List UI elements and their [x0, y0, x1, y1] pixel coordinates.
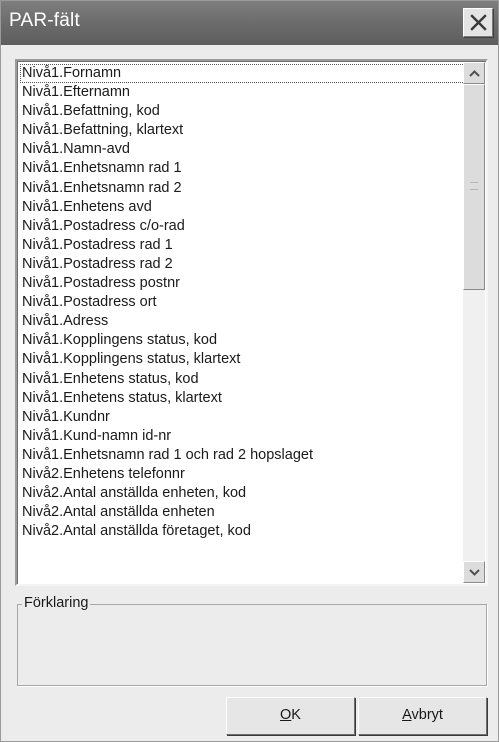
window-title: PAR-fält	[9, 10, 80, 31]
ok-accelerator: O	[280, 707, 292, 723]
title-bar[interactable]: PAR-fält	[1, 1, 498, 45]
scroll-down-button[interactable]	[463, 561, 485, 583]
list-item[interactable]: Nivå1.Fornamn	[20, 64, 465, 84]
scrollbar-thumb[interactable]	[463, 84, 485, 290]
cancel-button[interactable]: Avbryt	[358, 697, 487, 735]
chevron-up-icon	[469, 70, 480, 77]
field-listbox[interactable]: Nivå1.Fornamn Nivå1.Efternamn Nivå1.Befatt…	[15, 59, 488, 586]
chevron-down-icon	[469, 569, 480, 576]
list-item[interactable]: Nivå2.Antal anställda enheten	[20, 503, 465, 522]
list-item[interactable]: Nivå1.Adress	[20, 312, 465, 331]
list-item[interactable]: Nivå2.Enhetens telefonnr	[20, 465, 465, 484]
cancel-label-rest: vbryt	[411, 707, 443, 723]
list-item[interactable]: Nivå1.Postadress rad 2	[20, 255, 465, 274]
list-item[interactable]: Nivå1.Kundnr	[20, 408, 465, 427]
list-item[interactable]: Nivå1.Postadress ort	[20, 293, 465, 312]
list-item[interactable]: Nivå2.Antal anställda företaget, kod	[20, 522, 465, 541]
cancel-accelerator: A	[402, 707, 412, 723]
list-item[interactable]: Nivå1.Postadress postnr	[20, 274, 465, 293]
ok-button[interactable]: OK	[226, 697, 355, 735]
list-item[interactable]: Nivå1.Enhetsnamn rad 2	[20, 179, 465, 198]
par-falt-dialog: PAR-fält Nivå1.Fornamn Nivå1.Efternamn Niv…	[0, 0, 499, 742]
list-item[interactable]: Nivå1.Enhetens status, klartext	[20, 389, 465, 408]
list-item[interactable]: Nivå1.Efternamn	[20, 83, 465, 102]
list-item[interactable]: Nivå1.Befattning, kod	[20, 102, 465, 121]
field-list: Nivå1.Fornamn Nivå1.Efternamn Nivå1.Befatt…	[20, 64, 465, 541]
list-item[interactable]: Nivå1.Befattning, klartext	[20, 121, 465, 140]
list-item[interactable]: Nivå1.Postadress c/o-rad	[20, 217, 465, 236]
explanation-groupbox: Förklaring	[17, 595, 487, 686]
list-item[interactable]: Nivå1.Enhetsnamn rad 1 och rad 2 hopslag…	[20, 446, 465, 465]
close-button[interactable]	[463, 8, 493, 37]
list-item[interactable]: Nivå1.Kopplingens status, klartext	[20, 350, 465, 369]
ok-label-rest: K	[291, 707, 301, 723]
list-item[interactable]: Nivå1.Enhetsnamn rad 1	[20, 159, 465, 178]
close-icon	[470, 14, 487, 31]
list-item[interactable]: Nivå2.Antal anställda enheten, kod	[20, 484, 465, 503]
list-item[interactable]: Nivå1.Enhetens status, kod	[20, 370, 465, 389]
scrollbar-grip	[470, 182, 478, 190]
scroll-up-button[interactable]	[463, 62, 485, 84]
list-item[interactable]: Nivå1.Enhetens avd	[20, 198, 465, 217]
list-item[interactable]: Nivå1.Kopplingens status, kod	[20, 331, 465, 350]
list-item[interactable]: Nivå1.Kund-namn id-nr	[20, 427, 465, 446]
list-item[interactable]: Nivå1.Postadress rad 1	[20, 236, 465, 255]
list-item[interactable]: Nivå1.Namn-avd	[20, 140, 465, 159]
explanation-label: Förklaring	[22, 595, 91, 611]
vertical-scrollbar[interactable]	[463, 62, 485, 583]
